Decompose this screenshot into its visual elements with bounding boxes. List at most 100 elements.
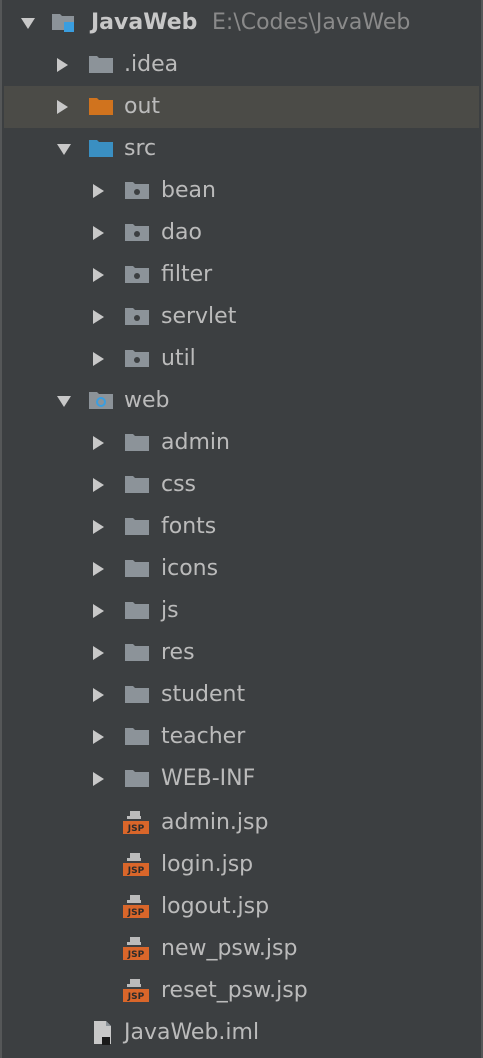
collapse-arrow-icon[interactable] <box>57 396 71 407</box>
collapse-arrow-icon[interactable] <box>57 144 71 155</box>
tree-item-new-psw-jsp[interactable]: JSP new_psw.jsp <box>4 928 479 970</box>
tree-item-css[interactable]: css <box>4 464 479 506</box>
jsp-file-icon: JSP <box>122 810 149 834</box>
package-icon <box>124 304 150 328</box>
tree-item-web[interactable]: web <box>4 380 479 422</box>
tree-item-util[interactable]: util <box>4 338 479 380</box>
tree-item-admin[interactable]: admin <box>4 422 479 464</box>
tree-item-src[interactable]: src <box>4 128 479 170</box>
excluded-folder-icon <box>88 94 114 118</box>
item-label: web <box>124 388 170 413</box>
tree-root-javaweb[interactable]: JavaWeb E:\Codes\JavaWeb <box>4 2 479 44</box>
tree-item-dao[interactable]: dao <box>4 212 479 254</box>
module-folder-icon <box>51 10 77 34</box>
jsp-file-icon: JSP <box>122 978 149 1002</box>
expand-arrow-icon[interactable] <box>93 310 104 324</box>
svg-text:JSP: JSP <box>127 866 145 876</box>
item-label: teacher <box>161 724 246 749</box>
folder-icon <box>124 430 150 454</box>
expand-arrow-icon[interactable] <box>93 184 104 198</box>
tree-item-idea[interactable]: .idea <box>4 44 479 86</box>
item-label: filter <box>161 262 213 287</box>
item-label: fonts <box>161 514 217 539</box>
expand-arrow-icon[interactable] <box>57 58 68 72</box>
tree-item-servlet[interactable]: servlet <box>4 296 479 338</box>
package-icon <box>124 262 150 286</box>
jsp-file-icon: JSP <box>122 852 149 876</box>
project-tree-panel: JavaWeb E:\Codes\JavaWeb .idea out src b… <box>0 0 483 1058</box>
item-label: login.jsp <box>161 852 254 877</box>
item-label: WEB-INF <box>161 766 256 791</box>
folder-icon <box>124 472 150 496</box>
tree-item-teacher[interactable]: teacher <box>4 716 479 758</box>
expand-arrow-icon[interactable] <box>93 268 104 282</box>
folder-icon <box>124 766 150 790</box>
item-label: admin.jsp <box>161 810 269 835</box>
expand-arrow-icon[interactable] <box>93 436 104 450</box>
tree-item-web-inf[interactable]: WEB-INF <box>4 758 479 800</box>
root-label: JavaWeb <box>91 10 198 35</box>
item-label: logout.jsp <box>161 894 270 919</box>
tree-item-fonts[interactable]: fonts <box>4 506 479 548</box>
expand-arrow-icon[interactable] <box>93 688 104 702</box>
jsp-file-icon: JSP <box>122 894 149 918</box>
item-label: .idea <box>124 52 179 77</box>
folder-icon <box>124 724 150 748</box>
item-label: js <box>161 598 179 623</box>
item-label: css <box>161 472 197 497</box>
collapse-arrow-icon[interactable] <box>21 18 35 29</box>
web-folder-icon <box>88 388 114 412</box>
item-label: util <box>161 346 196 371</box>
tree-item-filter[interactable]: filter <box>4 254 479 296</box>
tree-item-res[interactable]: res <box>4 632 479 674</box>
tree-item-admin-jsp[interactable]: JSP admin.jsp <box>4 802 479 844</box>
expand-arrow-icon[interactable] <box>93 520 104 534</box>
item-label: out <box>124 94 161 119</box>
expand-arrow-icon[interactable] <box>93 352 104 366</box>
expand-arrow-icon[interactable] <box>57 100 68 114</box>
tree-item-javaweb-iml[interactable]: JavaWeb.iml <box>4 1012 479 1054</box>
item-label: res <box>161 640 195 665</box>
folder-icon <box>124 682 150 706</box>
package-icon <box>124 178 150 202</box>
svg-text:JSP: JSP <box>127 908 145 918</box>
folder-icon <box>88 52 114 76</box>
item-label: reset_psw.jsp <box>161 978 308 1003</box>
expand-arrow-icon[interactable] <box>93 478 104 492</box>
expand-arrow-icon[interactable] <box>93 772 104 786</box>
item-label: new_psw.jsp <box>161 936 298 961</box>
package-icon <box>124 346 150 370</box>
tree-item-logout-jsp[interactable]: JSP logout.jsp <box>4 886 479 928</box>
folder-icon <box>124 640 150 664</box>
expand-arrow-icon[interactable] <box>93 646 104 660</box>
expand-arrow-icon[interactable] <box>93 226 104 240</box>
tree-item-bean[interactable]: bean <box>4 170 479 212</box>
folder-icon <box>124 556 150 580</box>
svg-text:JSP: JSP <box>127 824 145 834</box>
item-label: src <box>124 136 157 161</box>
item-label: JavaWeb.iml <box>124 1020 260 1045</box>
tree-item-out[interactable]: out <box>4 86 479 128</box>
package-icon <box>124 220 150 244</box>
svg-text:JSP: JSP <box>127 950 145 960</box>
item-label: servlet <box>161 304 237 329</box>
item-label: dao <box>161 220 202 245</box>
tree-item-student[interactable]: student <box>4 674 479 716</box>
svg-text:JSP: JSP <box>127 992 145 1002</box>
tree-item-icons[interactable]: icons <box>4 548 479 590</box>
expand-arrow-icon[interactable] <box>93 604 104 618</box>
tree-item-login-jsp[interactable]: JSP login.jsp <box>4 844 479 886</box>
item-label: admin <box>161 430 230 455</box>
root-path: E:\Codes\JavaWeb <box>212 10 411 35</box>
jsp-file-icon: JSP <box>122 936 149 960</box>
item-label: bean <box>161 178 216 203</box>
iml-file-icon <box>90 1020 116 1045</box>
item-label: student <box>161 682 246 707</box>
expand-arrow-icon[interactable] <box>93 730 104 744</box>
tree-item-reset-psw-jsp[interactable]: JSP reset_psw.jsp <box>4 970 479 1012</box>
tree-item-js[interactable]: js <box>4 590 479 632</box>
folder-icon <box>124 514 150 538</box>
expand-arrow-icon[interactable] <box>93 562 104 576</box>
folder-icon <box>124 598 150 622</box>
item-label: icons <box>161 556 219 581</box>
